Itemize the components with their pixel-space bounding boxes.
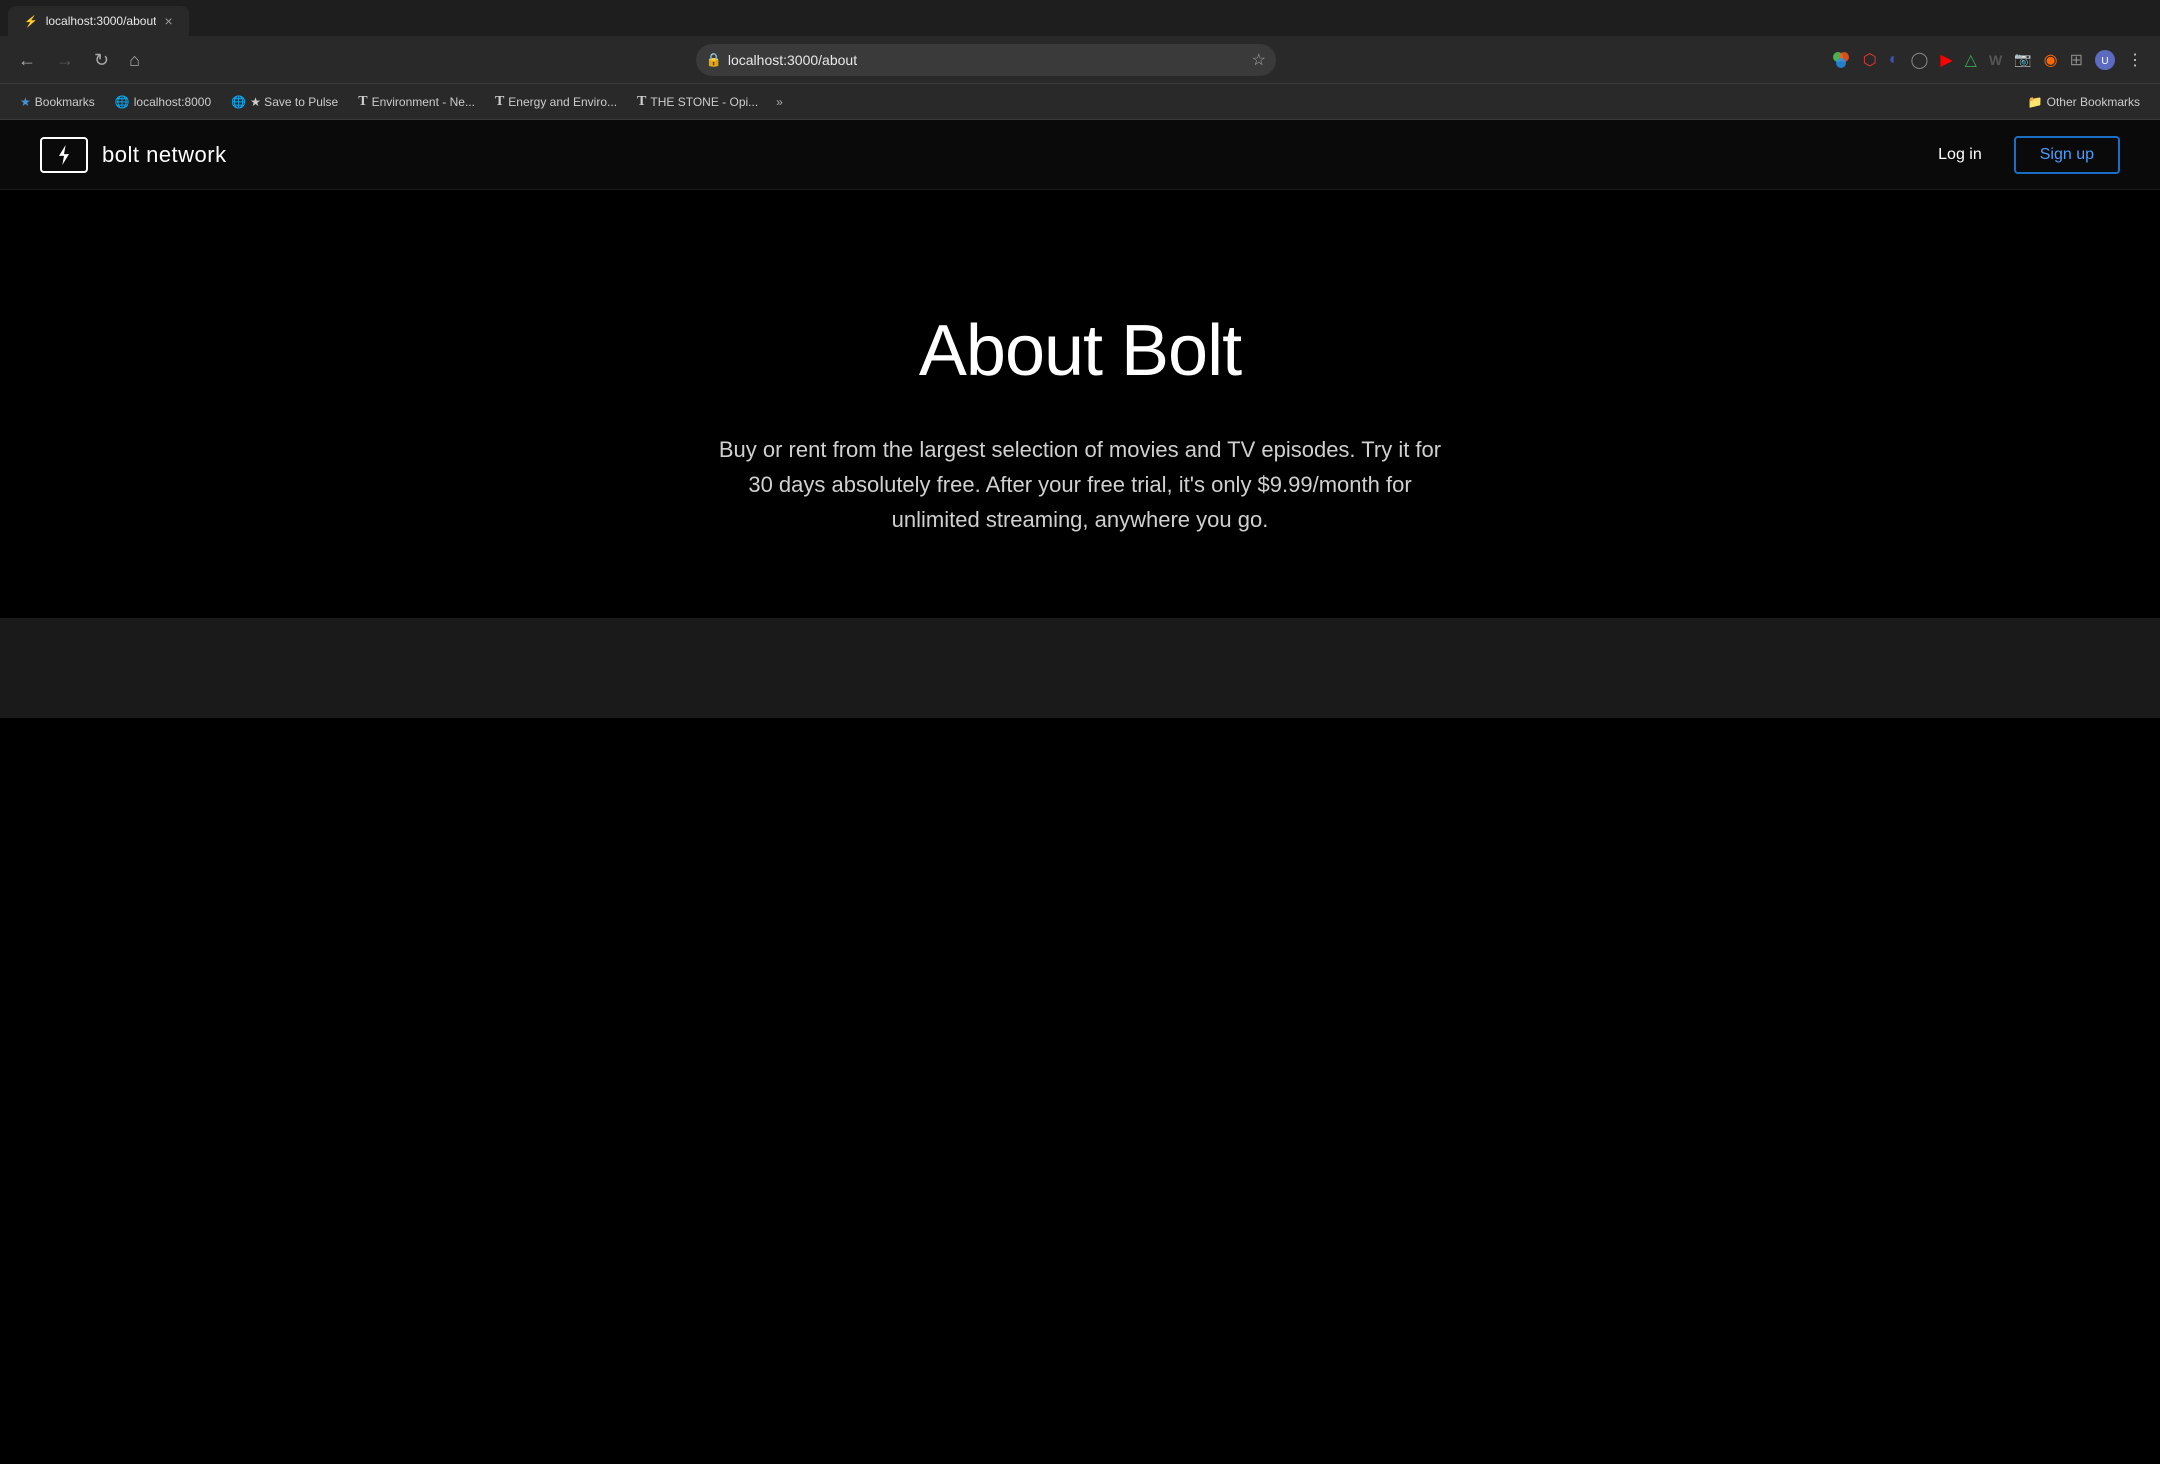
bookmark-globe-icon: 🌐 (115, 95, 130, 109)
footer-area (0, 618, 2160, 718)
nav-actions: Log in Sign up (1922, 136, 2120, 174)
app-content: bolt network Log in Sign up About Bolt B… (0, 120, 2160, 1464)
signup-button[interactable]: Sign up (2014, 136, 2120, 174)
hero-section: About Bolt Buy or rent from the largest … (0, 190, 2160, 618)
bookmark-nyt-icon2: T (495, 94, 504, 110)
user-avatar[interactable]: U (2090, 46, 2120, 74)
ext-icon-1[interactable]: ⬡ (1858, 46, 1882, 74)
address-bar-container: 🔒 ☆ (154, 44, 1818, 76)
ext-icon-instagram[interactable]: 📷 (2009, 47, 2036, 72)
ext-icon-2[interactable]: ◐ (1884, 47, 1904, 73)
bookmark-item-localhost8000[interactable]: 🌐 localhost:8000 (107, 91, 219, 113)
reload-button[interactable]: ↻ (88, 47, 115, 73)
bookmark-star-icon[interactable]: ☆ (1252, 50, 1266, 70)
tab-favicon: ⚡ (24, 15, 38, 28)
bookmarks-app-icon[interactable] (1826, 46, 1856, 74)
bookmark-item-stone[interactable]: T THE STONE - Opi... (629, 90, 766, 114)
forward-button[interactable]: → (50, 47, 80, 73)
toolbar-icons: ⬡ ◐ ◯ ▶ △ W 📷 ◉ ⊞ U ⋮ (1826, 46, 2148, 74)
bookmarks-bar: ★ Bookmarks 🌐 localhost:8000 🌐 ★ Save to… (0, 84, 2160, 120)
ext-icon-3[interactable]: ◯ (1905, 46, 1933, 74)
bookmark-label: localhost:8000 (134, 95, 211, 109)
site-navbar: bolt network Log in Sign up (0, 120, 2160, 190)
address-input-wrapper[interactable]: 🔒 ☆ (696, 44, 1276, 76)
ext-icon-grid[interactable]: ⊞ (2065, 46, 2088, 74)
tab-bar: ⚡ localhost:3000/about × (0, 0, 2160, 36)
address-input[interactable] (696, 52, 1276, 68)
back-button[interactable]: ← (12, 47, 42, 73)
logo-text: bolt network (102, 142, 227, 168)
other-bookmarks-label: Other Bookmarks (2047, 95, 2140, 109)
bookmark-item-save-to-pulse[interactable]: 🌐 ★ Save to Pulse (223, 91, 346, 113)
bookmark-label: Energy and Enviro... (508, 95, 617, 109)
bookmark-label: THE STONE - Opi... (650, 95, 758, 109)
folder-icon: 📁 (2028, 95, 2043, 109)
hero-subtitle: Buy or rent from the largest selection o… (710, 432, 1450, 538)
site-logo[interactable]: bolt network (40, 137, 227, 173)
bookmark-label: ★ Save to Pulse (250, 95, 338, 109)
bookmark-star-icon: ★ (20, 95, 31, 109)
close-tab-icon[interactable]: × (164, 13, 172, 29)
more-menu-button[interactable]: ⋮ (2122, 46, 2148, 74)
logo-icon-box (40, 137, 88, 173)
hero-title: About Bolt (919, 310, 1241, 392)
ext-icon-youtube[interactable]: ▶ (1935, 46, 1957, 74)
bookmark-globe-icon: 🌐 (231, 95, 246, 109)
other-bookmarks-item[interactable]: 📁 Other Bookmarks (2020, 91, 2148, 113)
tab-title: localhost:3000/about (46, 14, 157, 28)
bookmarks-more-icon[interactable]: » (770, 91, 789, 113)
bookmark-label: Environment - Ne... (372, 95, 475, 109)
bookmark-item-bookmarks[interactable]: ★ Bookmarks (12, 91, 103, 113)
bookmark-nyt-icon3: T (637, 94, 646, 110)
login-button[interactable]: Log in (1922, 138, 1998, 172)
bookmark-item-energy[interactable]: T Energy and Enviro... (487, 90, 625, 114)
browser-chrome: ⚡ localhost:3000/about × ← → ↻ ⌂ 🔒 ☆ (0, 0, 2160, 120)
bookmark-nyt-icon: T (358, 94, 367, 110)
ext-icon-rss[interactable]: ◉ (2039, 46, 2063, 74)
bookmark-label: Bookmarks (35, 95, 95, 109)
home-button[interactable]: ⌂ (123, 47, 146, 73)
security-icon: 🔒 (706, 52, 722, 68)
svg-text:U: U (2101, 56, 2108, 67)
bolt-icon (54, 145, 74, 165)
ext-icon-w[interactable]: W (1984, 48, 2007, 72)
bookmark-item-environment[interactable]: T Environment - Ne... (350, 90, 483, 114)
toolbar: ← → ↻ ⌂ 🔒 ☆ ⬡ ◐ ◯ ▶ △ W (0, 36, 2160, 84)
ext-icon-drive[interactable]: △ (1960, 46, 1982, 74)
active-tab[interactable]: ⚡ localhost:3000/about × (8, 6, 189, 36)
